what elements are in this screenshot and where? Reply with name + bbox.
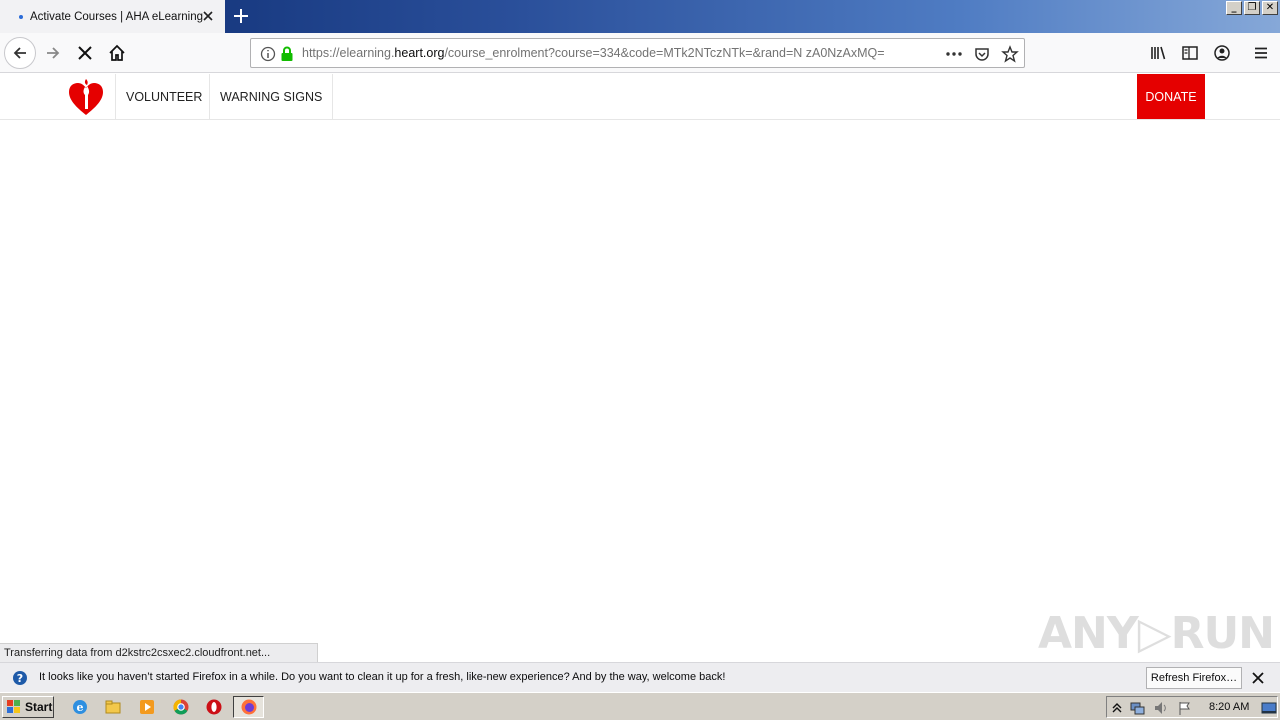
refresh-firefox-button[interactable]: Refresh Firefox… xyxy=(1146,667,1242,689)
page-actions-icon[interactable] xyxy=(945,45,963,63)
internet-explorer-icon[interactable]: e xyxy=(71,698,89,716)
nav-link-warning-signs[interactable]: WARNING SIGNS xyxy=(209,74,334,120)
opera-icon[interactable] xyxy=(205,698,223,716)
aha-heart-torch-logo[interactable] xyxy=(68,77,104,117)
info-icon[interactable] xyxy=(259,45,277,63)
arrow-right-icon xyxy=(47,47,60,59)
account-icon[interactable] xyxy=(1213,44,1231,62)
nav-link-volunteer[interactable]: VOLUNTEER xyxy=(115,74,212,120)
stop-button[interactable] xyxy=(69,37,101,69)
site-header: VOLUNTEER WARNING SIGNS DONATE xyxy=(0,74,1280,120)
pocket-icon[interactable] xyxy=(973,45,991,63)
new-tab-icon[interactable] xyxy=(231,6,251,26)
donate-button[interactable]: DONATE xyxy=(1137,74,1205,119)
navigation-toolbar: https://elearning.heart.org/course_enrol… xyxy=(0,33,1280,73)
window-controls: _ ❐ ✕ xyxy=(1226,1,1278,15)
bookmark-star-icon[interactable] xyxy=(1001,45,1019,63)
show-desktop-icon[interactable] xyxy=(1261,700,1277,716)
svg-text:?: ? xyxy=(17,672,23,685)
library-icon[interactable] xyxy=(1149,44,1167,62)
media-player-icon[interactable] xyxy=(138,698,156,716)
firefox-taskbar-button[interactable] xyxy=(233,696,264,718)
action-center-flag-icon[interactable] xyxy=(1177,700,1193,716)
url-text: https://elearning.heart.org/course_enrol… xyxy=(302,46,885,60)
firefox-icon xyxy=(241,699,257,715)
start-label: Start xyxy=(25,700,53,714)
show-hidden-icons-icon[interactable] xyxy=(1111,701,1123,715)
minimize-icon[interactable]: _ xyxy=(1226,1,1242,15)
file-explorer-icon[interactable] xyxy=(104,698,122,716)
windows-logo-icon xyxy=(7,700,20,713)
svg-text:e: e xyxy=(77,701,84,714)
notification-bar: ? It looks like you haven’t started Fire… xyxy=(0,662,1280,692)
start-button[interactable]: Start xyxy=(2,696,54,718)
system-tray: 8:20 AM xyxy=(1106,696,1278,718)
windows-taskbar: Start e 8:20 AM xyxy=(0,692,1280,720)
close-notification-icon[interactable] xyxy=(1251,671,1265,685)
anyrun-watermark: ANY▷RUN xyxy=(1038,608,1275,659)
forward-button[interactable] xyxy=(37,37,69,69)
sidebar-icon[interactable] xyxy=(1181,44,1199,62)
arrow-left-icon xyxy=(13,47,26,59)
home-icon xyxy=(109,44,125,61)
home-button[interactable] xyxy=(101,37,133,69)
taskbar-clock[interactable]: 8:20 AM xyxy=(1209,701,1249,713)
network-icon[interactable] xyxy=(1129,700,1145,716)
question-icon: ? xyxy=(13,671,27,685)
tab-activate-courses[interactable]: Activate Courses | AHA eLearning xyxy=(0,0,225,33)
status-text: Transferring data from d2kstrc2csxec2.cl… xyxy=(0,643,318,663)
menu-hamburger-icon[interactable] xyxy=(1252,44,1270,62)
close-tab-icon[interactable] xyxy=(201,9,215,23)
tab-strip: Activate Courses | AHA eLearning _ ❐ ✕ xyxy=(0,0,1280,33)
chrome-icon[interactable] xyxy=(172,698,190,716)
loading-indicator-icon xyxy=(19,14,23,19)
close-window-icon[interactable]: ✕ xyxy=(1262,1,1278,15)
stop-loading-icon xyxy=(78,46,92,60)
back-button[interactable] xyxy=(4,37,36,69)
notification-message: It looks like you haven’t started Firefo… xyxy=(39,671,726,683)
restore-icon[interactable]: ❐ xyxy=(1244,1,1260,15)
address-bar[interactable]: https://elearning.heart.org/course_enrol… xyxy=(250,38,1025,68)
tab-title: Activate Courses | AHA eLearning xyxy=(30,10,204,23)
volume-icon[interactable] xyxy=(1153,700,1169,716)
lock-icon[interactable] xyxy=(278,45,296,63)
